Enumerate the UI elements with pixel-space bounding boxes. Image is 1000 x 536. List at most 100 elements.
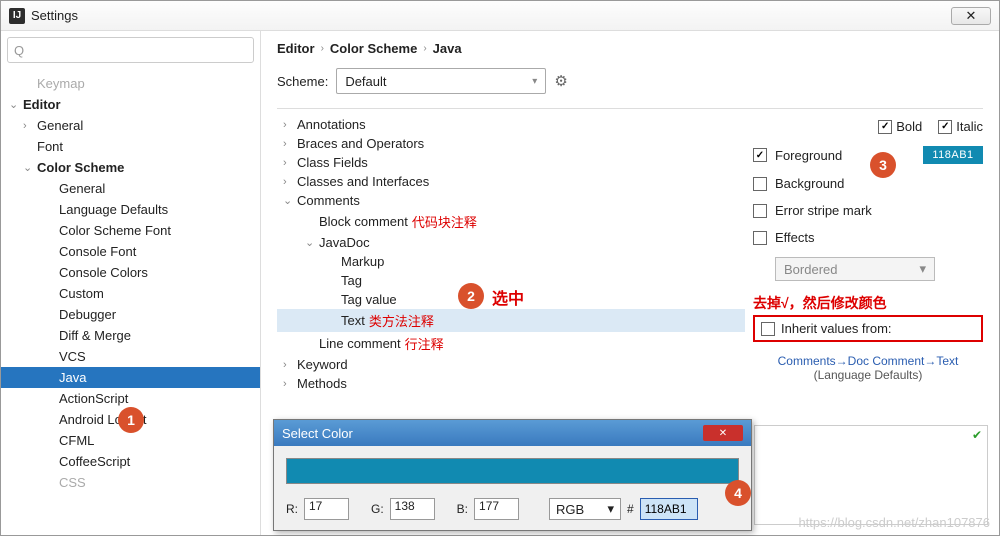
option-label: Line comment [319,336,401,351]
inherit-values-box: Inherit values from: [753,315,983,342]
expand-icon: › [283,359,297,371]
breadcrumb-editor[interactable]: Editor [277,41,315,56]
effects-label: Effects [775,230,815,245]
option-label: Tag value [341,292,397,307]
expand-icon: › [283,119,297,131]
sidebar-item-cfml[interactable]: CFML [1,430,260,451]
search-input[interactable]: Q [7,37,254,63]
settings-sidebar: Q Keymap⌄Editor›GeneralFont⌄Color Scheme… [1,31,261,535]
color-mode-select[interactable]: RGB ▾ [549,498,621,520]
expand-icon: ⌄ [23,161,37,174]
sidebar-item-language-defaults[interactable]: Language Defaults [1,199,260,220]
option-label: Text [341,313,365,328]
tree-item-label: Custom [59,286,256,301]
r-input[interactable]: 17 [304,498,349,520]
tree-item-label: Language Defaults [59,202,256,217]
window-close-button[interactable]: ✕ [951,7,991,25]
checkmark-icon: ✔ [972,428,982,442]
option-braces-and-operators[interactable]: ›Braces and Operators [277,134,745,153]
option-label: Braces and Operators [297,136,424,151]
color-preview-bar[interactable] [286,458,739,484]
b-input[interactable]: 177 [474,498,519,520]
foreground-checkbox[interactable] [753,148,767,162]
sidebar-item-debugger[interactable]: Debugger [1,304,260,325]
window-title: Settings [31,8,78,23]
annotation-badge-3: 3 [870,152,896,178]
annotation-note: 代码块注释 [412,212,477,231]
option-markup[interactable]: Markup [277,252,745,271]
sidebar-item-console-colors[interactable]: Console Colors [1,262,260,283]
settings-tree[interactable]: Keymap⌄Editor›GeneralFont⌄Color SchemeGe… [1,69,260,535]
breadcrumb: Editor › Color Scheme › Java [277,41,983,56]
tree-item-label: General [37,118,256,133]
preview-panel [754,425,988,525]
option-keyword[interactable]: ›Keyword [277,355,745,374]
option-javadoc[interactable]: ⌄JavaDoc [277,233,745,252]
inherit-label: Inherit values from: [781,321,892,336]
option-class-fields[interactable]: ›Class Fields [277,153,745,172]
sidebar-item-general[interactable]: ›General [1,115,260,136]
effects-checkbox[interactable] [753,231,767,245]
option-text[interactable]: Text类方法注释 [277,309,745,332]
option-label: Annotations [297,117,366,132]
option-label: Markup [341,254,384,269]
sidebar-item-font[interactable]: Font [1,136,260,157]
annotation-2-text: 选中 [492,285,524,309]
option-methods[interactable]: ›Methods [277,374,745,393]
background-label: Background [775,176,844,191]
annotation-note: 行注释 [405,334,444,353]
sidebar-item-keymap[interactable]: Keymap [1,73,260,94]
scheme-select[interactable]: Default ▾ [336,68,546,94]
sidebar-item-css[interactable]: CSS [1,472,260,493]
breadcrumb-java: Java [433,41,462,56]
inherit-checkbox[interactable] [761,322,775,336]
sidebar-item-color-scheme-font[interactable]: Color Scheme Font [1,220,260,241]
sidebar-item-general[interactable]: General [1,178,260,199]
option-annotations[interactable]: ›Annotations [277,115,745,134]
tree-item-label: CSS [59,475,256,490]
inherit-source: (Language Defaults) [753,368,983,382]
color-dialog-close-button[interactable]: ✕ [703,425,743,441]
gear-icon[interactable]: ⚙ [554,72,567,90]
close-icon: ✕ [966,8,977,24]
option-classes-and-interfaces[interactable]: ›Classes and Interfaces [277,172,745,191]
sidebar-item-editor[interactable]: ⌄Editor [1,94,260,115]
breadcrumb-color-scheme[interactable]: Color Scheme [330,41,417,56]
option-line-comment[interactable]: Line comment 行注释 [277,332,745,355]
tree-item-label: CFML [59,433,256,448]
g-label: G: [371,502,384,516]
option-block-comment[interactable]: Block comment代码块注释 [277,210,745,233]
g-input[interactable]: 138 [390,498,435,520]
bold-label: Bold [896,119,922,134]
chevron-down-icon: ▾ [919,261,926,277]
search-icon: Q [14,43,24,58]
color-dialog-title: Select Color [282,426,353,441]
background-checkbox[interactable] [753,177,767,191]
error-stripe-checkbox[interactable] [753,204,767,218]
inherit-link[interactable]: Comments→Doc Comment→Text [753,354,983,368]
sidebar-item-java[interactable]: Java [1,367,260,388]
bold-checkbox[interactable] [878,120,892,134]
option-comments[interactable]: ⌄Comments [277,191,745,210]
sidebar-item-color-scheme[interactable]: ⌄Color Scheme [1,157,260,178]
scheme-label: Scheme: [277,74,328,89]
italic-checkbox[interactable] [938,120,952,134]
sidebar-item-vcs[interactable]: VCS [1,346,260,367]
sidebar-item-custom[interactable]: Custom [1,283,260,304]
sidebar-item-console-font[interactable]: Console Font [1,241,260,262]
foreground-color-swatch[interactable]: 118AB1 [923,146,983,164]
tree-item-label: Diff & Merge [59,328,256,343]
tree-item-label: Android Logcat [59,412,256,427]
option-label: Keyword [297,357,348,372]
annotation-inherit-note: 去掉√，然后修改颜色 [753,293,983,313]
expand-icon: ⌄ [305,236,319,249]
sidebar-item-coffeescript[interactable]: CoffeeScript [1,451,260,472]
option-label: Tag [341,273,362,288]
scheme-value: Default [345,74,386,89]
sidebar-item-diff-merge[interactable]: Diff & Merge [1,325,260,346]
tree-item-label: Debugger [59,307,256,322]
expand-icon: › [23,120,37,132]
b-label: B: [457,502,468,516]
hex-input[interactable]: 118AB1 [640,498,698,520]
sidebar-item-actionscript[interactable]: ActionScript [1,388,260,409]
